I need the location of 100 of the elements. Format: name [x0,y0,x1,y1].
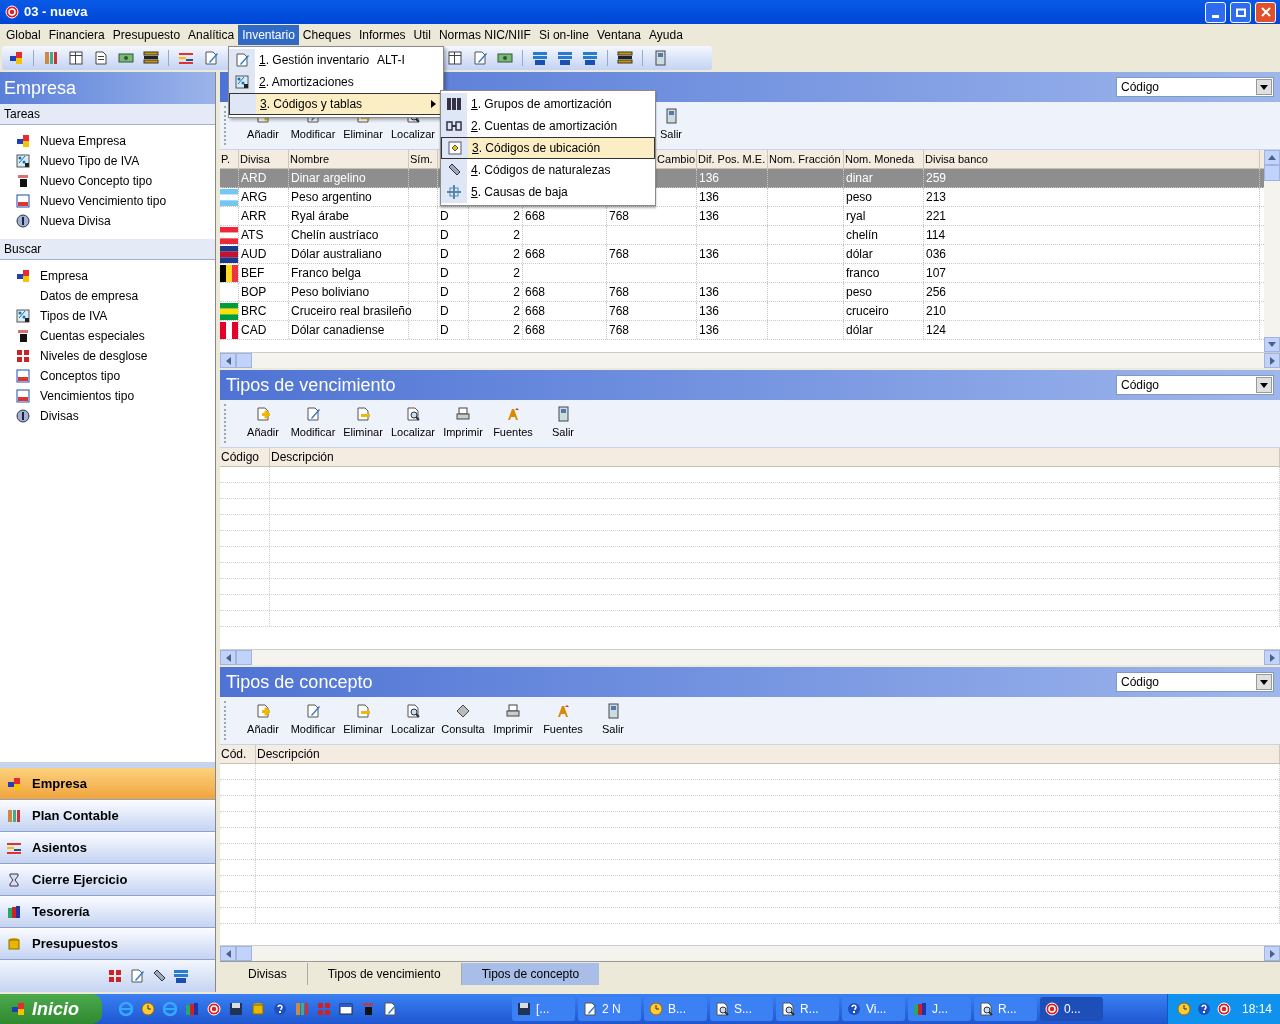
tab[interactable]: Tipos de concepto [461,963,600,985]
toolbar-button[interactable]: Añadir [238,400,288,447]
menu-item[interactable]: Presupuesto [108,25,185,45]
menu-item[interactable]: Si on-line [534,25,593,45]
toolbar-button[interactable]: Fuentes [488,400,538,447]
column-header[interactable]: P. [220,150,231,168]
toolbar-button[interactable]: Añadir [238,697,288,744]
sidebar-link[interactable]: Nueva Empresa [40,132,127,150]
sidebar-link[interactable]: Nuevo Vencimiento tipo [40,192,167,210]
column-header[interactable]: Divisa [239,150,271,168]
table-cell-text: AUD [240,246,268,263]
column-header[interactable]: Código [220,448,261,466]
sidebar-link[interactable]: Tipos de IVA [40,307,108,325]
menu-item[interactable]: Ayuda [645,25,687,45]
menu-item[interactable]: Analítica [184,25,239,45]
toolbar-button[interactable]: Imprimir [488,697,538,744]
menu-item[interactable]: Financiera [44,25,109,45]
column-header[interactable]: Cambio [656,150,696,168]
table-cell-text: 768 [608,246,631,263]
table-cell-text: BEF [240,265,266,282]
column-header[interactable]: Nom. Moneda [844,150,916,168]
menu-item[interactable]: Cheques [298,25,355,45]
column-header[interactable]: Cód. [220,745,248,763]
toolbar-button[interactable]: Localizar [388,400,438,447]
table-row[interactable]: ATS Chelín austríaco D 2 chelín 114 [220,226,1264,245]
taskbar-button[interactable]: J... [908,997,971,1021]
sidebar-link[interactable]: Nueva Divisa [40,212,111,230]
nav-button[interactable]: Plan Contable [0,800,215,832]
sidebar-link[interactable]: Cuentas especiales [40,327,145,345]
table-cell-text: 2 [512,265,521,282]
column-header[interactable]: Descripción [270,448,335,466]
toolbar-button[interactable]: Consulta [438,697,488,744]
taskbar-button[interactable]: B... [644,997,707,1021]
nav-button[interactable]: Empresa [0,768,215,800]
menu-entry[interactable]: 1. Gestión inventario ALT-I [229,49,443,71]
table-row[interactable]: CAD Dólar canadiense D 2 668 768 136 dólar 124 [220,321,1264,340]
toolbar-button[interactable]: Localizar [388,697,438,744]
table-cell-text: ARD [240,170,268,187]
table-cell-text: Peso argentino [290,189,373,206]
toolbar-button[interactable]: Modificar [288,400,338,447]
column-header[interactable]: Nombre [289,150,331,168]
sort-dropdown[interactable]: Código [1116,375,1274,395]
sidebar-link[interactable]: Conceptos tipo [40,367,121,385]
column-header[interactable]: Dif. Pos. M.E. [697,150,767,168]
sort-dropdown[interactable]: Código [1116,77,1274,97]
menu-entry[interactable]: 2. Amortizaciones [229,71,443,93]
table-row[interactable]: BOP Peso boliviano D 2 668 768 136 peso 256 [220,283,1264,302]
tab[interactable]: Divisas [228,963,308,985]
menu-item[interactable]: Global [2,25,45,45]
menu-item[interactable]: Inventario [238,25,299,45]
tab[interactable]: Tipos de vencimiento [307,963,462,985]
sidebar-link[interactable]: Datos de empresa [40,287,139,305]
table-row[interactable]: ARR Ryal árabe D 2 668 768 136 ryal 221 [220,207,1264,226]
nav-button[interactable]: Cierre Ejercicio [0,864,215,896]
toolbar-button[interactable]: Modificar [288,697,338,744]
table-cell-text: chelín [845,227,880,244]
sidebar-link[interactable]: Nuevo Concepto tipo [40,172,153,190]
sidebar-link[interactable]: Niveles de desglose [40,347,148,365]
menu-item[interactable]: Util [409,25,435,45]
nav-button[interactable]: Asientos [0,832,215,864]
taskbar-button[interactable]: R... [776,997,839,1021]
column-header[interactable]: Nom. Fracción [768,150,842,168]
table-cell-text: 2 [512,227,521,244]
toolbar-button[interactable]: Fuentes [538,697,588,744]
table-cell-text: franco [845,265,881,282]
menu-item[interactable]: Informes [354,25,410,45]
table-cell-text: CAD [240,322,268,339]
start-button[interactable]: Inicio [0,994,102,1024]
nav-button[interactable]: Tesorería [0,896,215,928]
taskbar-button[interactable]: R... [974,997,1037,1021]
taskbar-button[interactable]: S... [710,997,773,1021]
sort-dropdown[interactable]: Código [1116,672,1274,692]
table-row[interactable]: AUD Dólar australiano D 2 668 768 136 dólar 036 [220,245,1264,264]
taskbar-button[interactable]: Vi... [842,997,905,1021]
taskbar-button[interactable]: 2 N [578,997,641,1021]
sidebar-link[interactable]: Empresa [40,267,89,285]
toolbar-button[interactable]: Eliminar [338,697,388,744]
toolbar-button[interactable]: Eliminar [338,400,388,447]
column-header[interactable]: Divisa banco [924,150,989,168]
toolbar-button[interactable]: Salir [588,697,638,744]
taskbar-button[interactable]: 0... [1040,997,1103,1021]
nav-button[interactable]: Presupuestos [0,928,215,960]
toolbar-button[interactable]: Salir [538,400,588,447]
menu-entry[interactable]: 3. Códigos y tablas [229,93,443,115]
table-cell-text: D [439,246,450,263]
sidebar-link[interactable]: Vencimientos tipo [40,387,135,405]
toolbar-button[interactable]: Imprimir [438,400,488,447]
sidebar-link[interactable]: Divisas [40,407,79,425]
column-header[interactable]: Descripción [256,745,321,763]
menu-item[interactable]: Ventana [592,25,645,45]
taskbar-button[interactable]: [... [512,997,575,1021]
table-cell-text: 136 [698,303,721,320]
menu-item[interactable]: Normas NIC/NIIF [434,25,535,45]
table-cell-text: D [439,322,450,339]
menu-entry[interactable]: 3. Códigos de ubicación [441,137,655,159]
table-row[interactable]: BRC Cruceiro real brasileño D 2 668 768 136 cruceiro 210 [220,302,1264,321]
table-row[interactable]: BEF Franco belga D 2 franco 107 [220,264,1264,283]
sidebar-link[interactable]: Nuevo Tipo de IVA [40,152,140,170]
column-header[interactable]: Sím. [409,150,434,168]
table-cell-text: 2 [512,246,521,263]
